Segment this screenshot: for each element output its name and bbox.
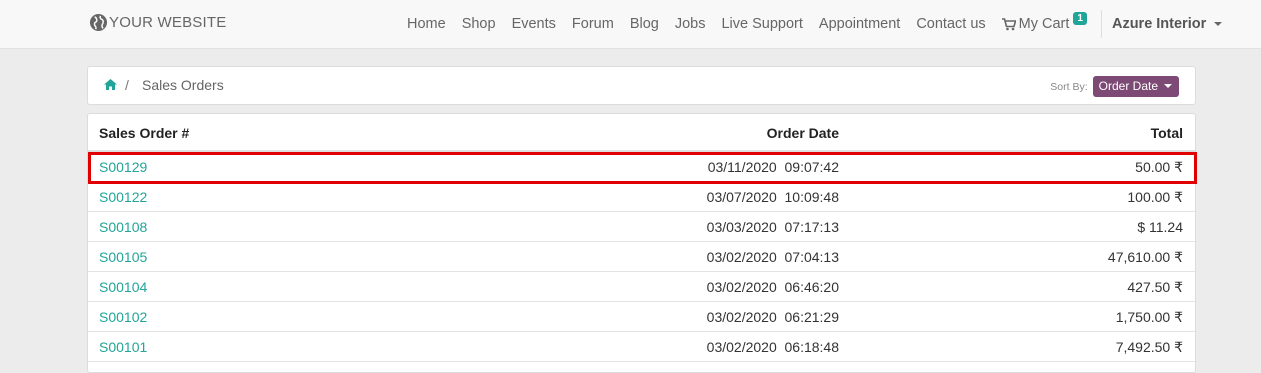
sort-control: Sort By: Order Date <box>1050 76 1179 97</box>
cart-label: My Cart <box>1018 16 1070 32</box>
order-link[interactable]: S00108 <box>99 219 147 235</box>
order-date: 03/02/2020 06:18:48 <box>706 339 839 355</box>
sort-label: Sort By: <box>1050 80 1088 93</box>
nav-contact-us[interactable]: Contact us <box>908 16 993 32</box>
shopping-cart-icon <box>1001 17 1016 30</box>
order-link[interactable]: S00122 <box>99 189 147 205</box>
brand-logo[interactable]: YOUR WEBSITE <box>89 13 226 32</box>
nav-appointment[interactable]: Appointment <box>811 16 908 32</box>
sort-value: Order Date <box>1098 79 1158 93</box>
order-date: 03/02/2020 06:46:20 <box>706 279 839 295</box>
nav-blog[interactable]: Blog <box>622 16 667 32</box>
nav-jobs[interactable]: Jobs <box>667 16 714 32</box>
header-total: Total <box>1150 125 1183 141</box>
order-link[interactable]: S00104 <box>99 279 147 295</box>
sort-dropdown-button[interactable]: Order Date <box>1092 76 1179 97</box>
breadcrumb-separator: / <box>125 77 129 93</box>
nav-forum[interactable]: Forum <box>564 16 622 32</box>
table-row[interactable]: S00101 03/02/2020 06:18:48 7,492.50 ₹ <box>88 332 1195 362</box>
nav-home[interactable]: Home <box>399 16 454 32</box>
order-date: 03/07/2020 10:09:48 <box>706 189 839 205</box>
order-total: 47,610.00 ₹ <box>1107 249 1183 265</box>
table-row[interactable]: S00105 03/02/2020 07:04:13 47,610.00 ₹ <box>88 242 1195 272</box>
order-link[interactable]: S00102 <box>99 309 147 325</box>
chevron-down-icon <box>1164 84 1172 88</box>
home-icon[interactable] <box>104 79 117 90</box>
user-menu[interactable]: Azure Interior <box>1106 16 1232 32</box>
order-link[interactable]: S00129 <box>99 159 147 175</box>
order-date: 03/02/2020 06:21:29 <box>706 309 839 325</box>
brand-text: YOUR WEBSITE <box>109 14 227 31</box>
header-date: Order Date <box>766 125 839 141</box>
order-link[interactable]: S00101 <box>99 339 147 355</box>
order-date: 03/02/2020 07:04:13 <box>706 249 839 265</box>
table-header: Sales Order # Order Date Total <box>88 114 1195 152</box>
table-row[interactable]: S00108 03/03/2020 07:17:13 $ 11.24 <box>88 212 1195 242</box>
table-row[interactable]: S00122 03/07/2020 10:09:48 100.00 ₹ <box>88 182 1195 212</box>
order-total: 7,492.50 ₹ <box>1115 339 1183 355</box>
order-total: $ 11.24 <box>1137 219 1183 235</box>
sales-orders-table: Sales Order # Order Date Total S00129 03… <box>87 113 1196 373</box>
table-row[interactable]: S00102 03/02/2020 06:21:29 1,750.00 ₹ <box>88 302 1195 332</box>
order-total: 1,750.00 ₹ <box>1115 309 1183 325</box>
order-date: 03/03/2020 07:17:13 <box>706 219 839 235</box>
nav-my-cart[interactable]: My Cart 1 <box>994 11 1095 32</box>
user-name: Azure Interior <box>1111 16 1207 32</box>
globe-icon <box>89 13 108 32</box>
cart-count-badge: 1 <box>1073 11 1087 25</box>
header-order: Sales Order # <box>99 125 190 141</box>
order-total: 100.00 ₹ <box>1127 189 1183 205</box>
order-link[interactable]: S00105 <box>99 249 147 265</box>
chevron-down-icon <box>1214 22 1223 26</box>
top-navbar: YOUR WEBSITE Home Shop Events Forum Blog… <box>0 0 1261 49</box>
order-total: 427.50 ₹ <box>1127 279 1183 295</box>
breadcrumb: / Sales Orders Sort By: Order Date <box>87 66 1196 105</box>
nav-events[interactable]: Events <box>504 16 564 32</box>
main-nav: Home Shop Events Forum Blog Jobs Live Su… <box>399 0 1232 48</box>
table-row[interactable]: S00129 03/11/2020 09:07:42 50.00 ₹ <box>88 152 1195 182</box>
table-row[interactable]: S00104 03/02/2020 06:46:20 427.50 ₹ <box>88 272 1195 302</box>
nav-live-support[interactable]: Live Support <box>713 16 810 32</box>
breadcrumb-current: Sales Orders <box>142 77 224 93</box>
nav-shop[interactable]: Shop <box>454 16 504 32</box>
nav-divider <box>1100 10 1102 38</box>
order-total: 50.00 ₹ <box>1135 159 1183 175</box>
order-date: 03/11/2020 09:07:42 <box>707 159 839 175</box>
